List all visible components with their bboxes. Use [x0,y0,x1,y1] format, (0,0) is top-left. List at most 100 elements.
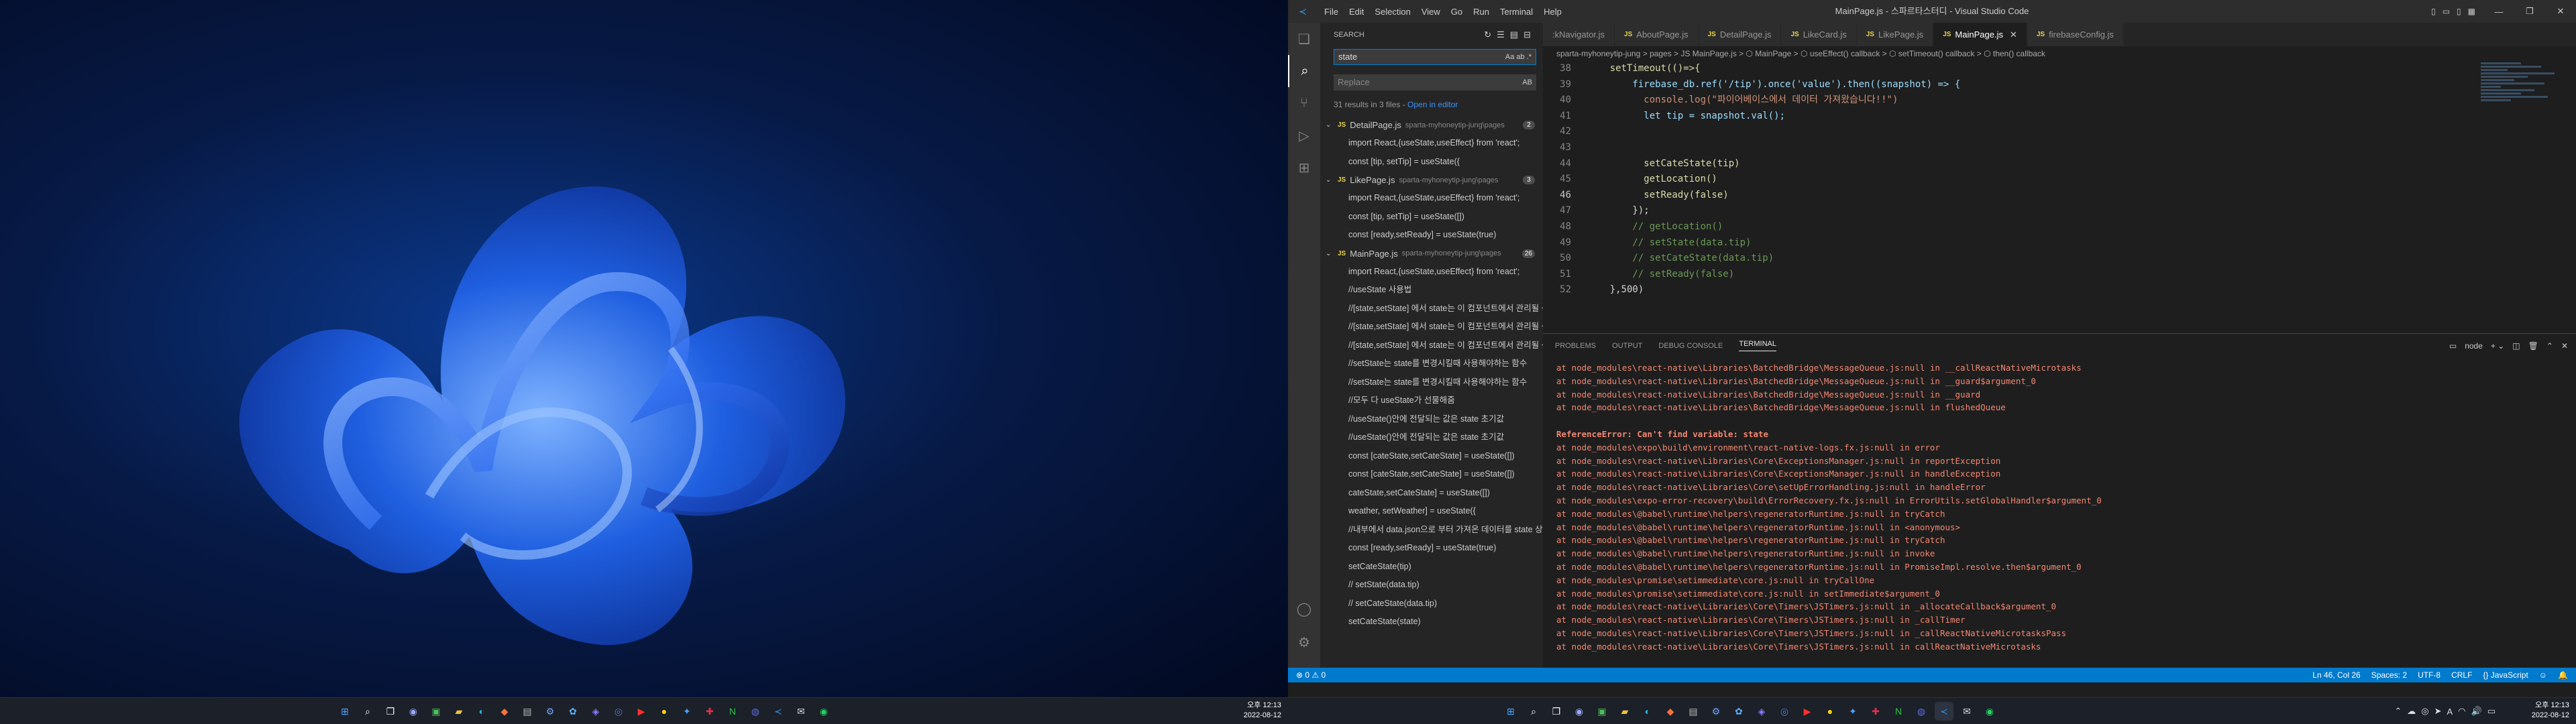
result-file-likepage[interactable]: ⌄ JS LikePage.js sparta-myhoneytip-jung\p… [1320,171,1543,189]
result-match[interactable]: const [cateState,setCateState] = useStat… [1320,447,1543,466]
feedback-icon[interactable]: ☺ [2539,670,2547,680]
source-control-icon[interactable]: ⑂ [1288,87,1320,119]
discord-icon[interactable]: ◎ [1775,702,1794,721]
tab-likecard[interactable]: JS LikeCard.js [1781,23,1857,46]
zoom-icon[interactable]: ◍ [1912,702,1931,721]
result-match[interactable]: //useState()안에 전달되는 값은 state 초기값 [1320,428,1543,447]
replace-input[interactable]: Replace AB [1334,74,1536,90]
edge-icon[interactable]: ◐ [1638,702,1657,721]
language-mode[interactable]: {} JavaScript [2483,670,2528,680]
result-match[interactable]: import React,{useState,useEffect} from '… [1320,134,1543,153]
menu-help[interactable]: Help [1538,7,1567,17]
indentation[interactable]: Spaces: 2 [2371,670,2407,680]
settings-icon[interactable]: ⚙ [541,702,559,721]
maximize-panel-icon[interactable]: ⌃ [2546,341,2553,351]
code-editor[interactable]: 38 setTimeout(()=>{ 39 firebase_db.ref('… [1543,61,2475,333]
zoom-icon[interactable]: ◍ [746,702,765,721]
line-ending[interactable]: CRLF [2451,670,2472,680]
preserve-case-toggle[interactable]: AB [1522,74,1532,90]
result-match[interactable]: const [tip, setTip] = useState([]) [1320,208,1543,227]
result-match[interactable]: const [ready,setReady] = useState(true) [1320,226,1543,245]
telegram-icon[interactable]: ➤ [2434,706,2442,717]
spotify-icon[interactable]: ◉ [1980,702,1999,721]
panel-tab-debug-console[interactable]: DEBUG CONSOLE [1658,342,1723,350]
store-icon[interactable]: ▣ [427,702,445,721]
terminal-shell-name[interactable]: node [2465,341,2483,351]
office-icon[interactable]: ◆ [495,702,514,721]
result-match[interactable]: //[state,setState] 에서 state는 이 컴포넌트에서 관리… [1320,318,1543,337]
result-match[interactable]: cateState,setCateState] = useState([]) [1320,484,1543,503]
terminal-output[interactable]: at node_modules\react-native\Libraries\B… [1543,357,2576,654]
acrobat-icon[interactable]: ✚ [700,702,719,721]
photos-icon[interactable]: ✿ [1729,702,1748,721]
start-icon[interactable]: ⊞ [335,702,354,721]
chat-icon[interactable]: ◉ [1570,702,1589,721]
onedrive-icon[interactable]: ☁ [2407,706,2416,717]
result-match[interactable]: // setCateState(data.tip) [1320,595,1543,613]
run-debug-icon[interactable]: ▷ [1288,119,1320,152]
explorer-icon[interactable]: ❏ [1288,23,1320,55]
collapse-all-icon[interactable]: ⊟ [1523,29,1536,40]
maximize-icon[interactable]: ❐ [2514,0,2545,23]
left-clock[interactable]: 오후 12:13 2022-08-12 [1244,701,1281,721]
result-match[interactable]: //[state,setState] 에서 state는 이 컴포넌트에서 관리… [1320,337,1543,355]
folder-icon[interactable]: ▰ [1615,702,1634,721]
cursor-position[interactable]: Ln 46, Col 26 [2312,670,2360,680]
result-file-detailpage[interactable]: ⌄ JS DetailPage.js sparta-myhoneytip-jung… [1320,116,1543,134]
mail-icon[interactable]: ✉ [792,702,810,721]
notifications-icon[interactable]: 🔔 [2558,670,2568,680]
menu-terminal[interactable]: Terminal [1495,7,1538,17]
extensions-icon[interactable]: ⊞ [1288,152,1320,184]
naver-icon[interactable]: N [723,702,742,721]
photos-icon[interactable]: ✿ [564,702,582,721]
encoding[interactable]: UTF-8 [2418,670,2440,680]
result-match[interactable]: const [tip, setTip] = useState({ [1320,153,1543,172]
menu-view[interactable]: View [1416,7,1446,17]
toggle-panel-icon[interactable]: ▭ [2443,7,2450,16]
panel-tab-output[interactable]: OUTPUT [1612,342,1642,350]
task-view-icon[interactable]: ❐ [1547,702,1566,721]
toggle-sidebar-icon[interactable]: ▯ [2431,7,2436,16]
vscode-taskbar-icon[interactable]: ≺ [1935,702,1953,721]
breadcrumb[interactable]: sparta-myhoneytip-jung > pages > JS Main… [1543,46,2576,61]
problems-status[interactable]: ⊗ 0 ⚠ 0 [1296,668,1326,682]
new-search-editor-icon[interactable]: ▤ [1510,29,1523,40]
result-file-mainpage[interactable]: ⌄ JS MainPage.js sparta-myhoneytip-jung\p… [1320,245,1543,263]
task-view-icon[interactable]: ❐ [381,702,400,721]
photo-viewer-icon[interactable]: ✦ [1843,702,1862,721]
search-options[interactable]: Aa ab .* [1505,50,1532,64]
right-clock[interactable]: 오후 12:13 2022-08-12 [2532,701,2569,721]
youtube-icon[interactable]: ▶ [632,702,651,721]
open-in-editor-link[interactable]: Open in editor [1407,100,1458,109]
kakao-icon[interactable]: ● [1821,702,1839,721]
tab-detailpage[interactable]: JS DetailPage.js [1698,23,1782,46]
notepad-icon[interactable]: ▤ [518,702,537,721]
tab-aboutpage[interactable]: JS AboutPage.js [1615,23,1699,46]
discord-tray-icon[interactable]: ◎ [2421,706,2428,717]
discord-icon[interactable]: ◎ [609,702,628,721]
acrobat-icon[interactable]: ✚ [1866,702,1885,721]
search-input[interactable]: state Aa ab .* [1334,49,1536,65]
teams-icon[interactable]: ◈ [1752,702,1771,721]
result-match[interactable]: //useState()안에 전달되는 값은 state 초기값 [1320,410,1543,429]
result-match[interactable]: setCateState(state) [1320,613,1543,631]
result-match[interactable]: const [ready,setReady] = useState(true) [1320,539,1543,558]
result-match[interactable]: // setState(data.tip) [1320,576,1543,595]
search-icon[interactable]: ⌕ [358,702,377,721]
close-window-icon[interactable]: ✕ [2545,0,2576,23]
search-icon[interactable]: ⌕ [1524,702,1543,721]
panel-tab-problems[interactable]: PROBLEMS [1555,342,1596,350]
clear-results-icon[interactable]: ☰ [1497,29,1510,40]
result-match[interactable]: //setState는 state를 변경시킬때 사용해야하는 함수 [1320,355,1543,373]
start-icon[interactable]: ⊞ [1501,702,1520,721]
edge-icon[interactable]: ◐ [472,702,491,721]
store-icon[interactable]: ▣ [1593,702,1611,721]
tab-stacknavigator[interactable]: :kNavigator.js [1543,23,1615,46]
result-match[interactable]: setCateState(tip) [1320,558,1543,577]
accounts-icon[interactable]: ◯ [1288,593,1320,625]
mail-icon[interactable]: ✉ [1957,702,1976,721]
result-match[interactable]: const [cateState,setCateState] = useStat… [1320,465,1543,484]
menu-file[interactable]: File [1319,7,1344,17]
split-terminal-icon[interactable]: ◫ [2512,341,2520,351]
minimize-icon[interactable]: — [2483,0,2514,23]
